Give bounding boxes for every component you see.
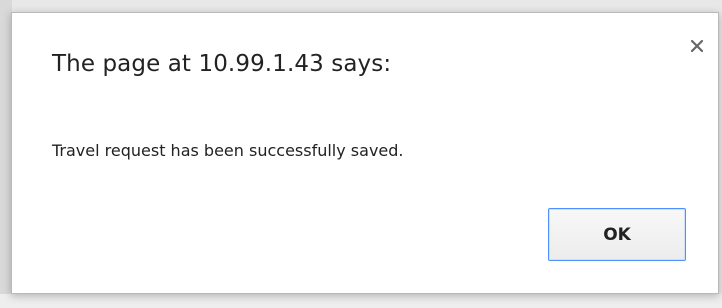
alert-dialog: The page at 10.99.1.43 says: Travel requ… xyxy=(11,12,719,294)
close-button[interactable] xyxy=(686,35,708,57)
dialog-title: The page at 10.99.1.43 says: xyxy=(52,51,392,77)
close-icon xyxy=(690,39,704,53)
page-background-bottom xyxy=(0,294,722,308)
ok-button[interactable]: OK xyxy=(548,208,686,261)
dialog-message: Travel request has been successfully sav… xyxy=(52,141,404,160)
